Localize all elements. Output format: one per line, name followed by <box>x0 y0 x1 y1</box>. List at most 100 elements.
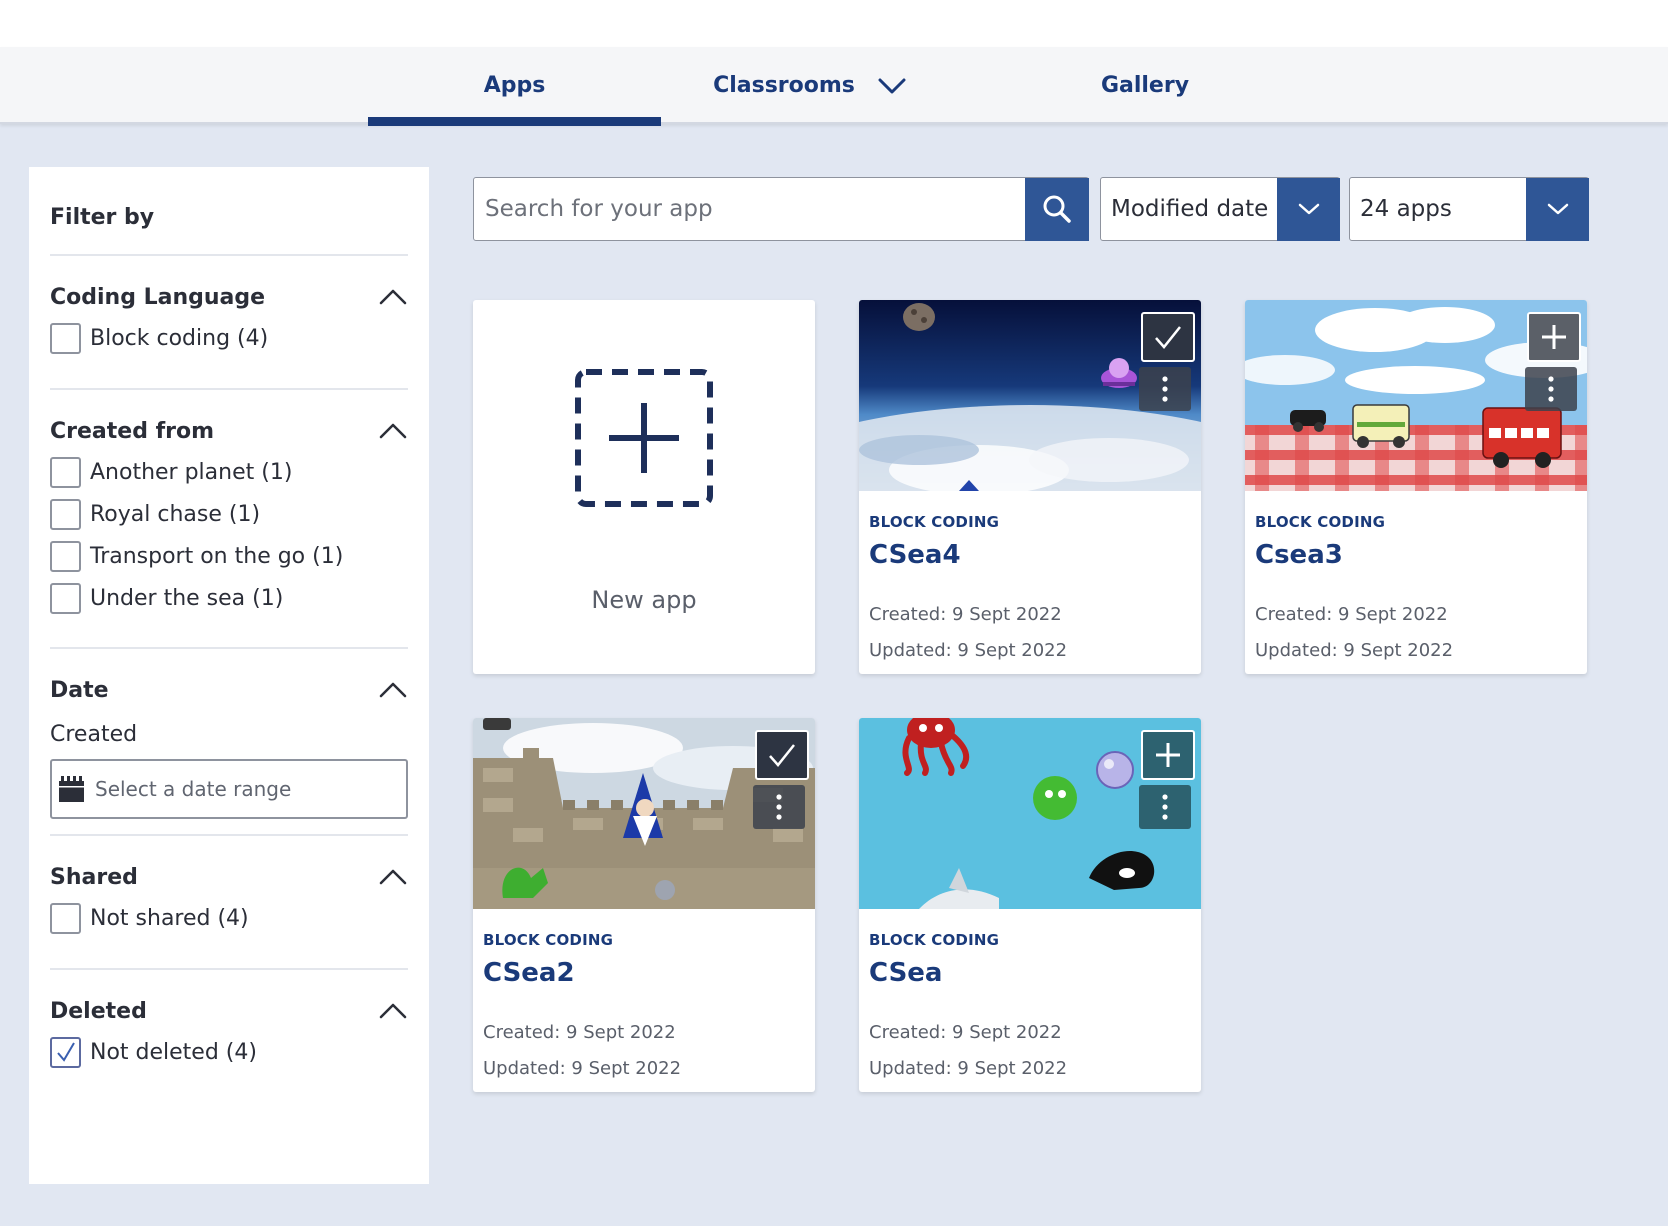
checkbox-label: Not shared (4) <box>90 905 249 931</box>
main-tabs: Apps Classrooms Gallery <box>0 47 1668 126</box>
checkbox[interactable] <box>50 322 81 354</box>
top-bar <box>0 0 1668 47</box>
selected-toggle-button[interactable] <box>755 730 809 780</box>
search-button[interactable] <box>1025 177 1089 241</box>
more-options-button[interactable] <box>1525 367 1577 411</box>
checkmark-icon <box>769 744 795 767</box>
add-toggle-button[interactable] <box>1527 312 1581 362</box>
chevron-down-icon <box>1298 203 1319 215</box>
section-title: Shared <box>50 864 138 890</box>
chevron-down-icon <box>1547 203 1568 215</box>
checkbox[interactable] <box>50 902 81 934</box>
selected-toggle-button[interactable] <box>1141 312 1195 362</box>
tab-apps[interactable]: Apps <box>368 47 661 126</box>
app-type-tag: BLOCK CODING <box>1255 513 1386 531</box>
new-app-card[interactable]: New app <box>473 300 815 674</box>
app-name[interactable]: CSea <box>869 958 942 988</box>
app-created-date: Created: 9 Sept 2022 <box>869 604 1062 625</box>
chevron-up-icon[interactable] <box>378 422 408 440</box>
new-app-label: New app <box>591 586 697 614</box>
app-created-date: Created: 9 Sept 2022 <box>869 1022 1062 1043</box>
section-title: Deleted <box>50 998 147 1024</box>
checkbox-not-deleted[interactable]: Not deleted (4) <box>50 1036 408 1068</box>
app-card[interactable]: BLOCK CODING CSea Created: 9 Sept 2022 U… <box>859 718 1201 1092</box>
search-icon <box>1043 195 1071 223</box>
tab-classrooms[interactable]: Classrooms <box>690 47 930 124</box>
created-label: Created <box>50 722 138 747</box>
checkbox[interactable] <box>50 582 81 614</box>
checkbox[interactable] <box>50 498 81 530</box>
checkbox-another-planet[interactable]: Another planet (1) <box>50 456 408 488</box>
chevron-up-icon[interactable] <box>378 868 408 886</box>
checkbox[interactable] <box>50 540 81 572</box>
app-thumbnail <box>859 718 1201 909</box>
tab-classrooms-label: Classrooms <box>713 73 855 98</box>
tab-apps-label: Apps <box>483 73 546 98</box>
checkbox-label: Under the sea (1) <box>90 585 284 611</box>
filter-shared: Shared Not shared (4) <box>50 834 408 934</box>
more-vertical-icon <box>776 794 782 820</box>
app-name[interactable]: Csea3 <box>1255 540 1343 570</box>
chevron-down-icon <box>878 78 906 93</box>
filter-date: Date Created Select a date range <box>50 647 408 819</box>
more-options-button[interactable] <box>1139 785 1191 829</box>
app-thumbnail <box>1245 300 1587 491</box>
date-range-input[interactable]: Select a date range <box>50 759 408 819</box>
more-options-button[interactable] <box>1139 367 1191 411</box>
checkbox-under-the-sea[interactable]: Under the sea (1) <box>50 582 408 614</box>
tab-gallery[interactable]: Gallery <box>1040 47 1250 124</box>
add-dashed-icon <box>575 369 713 507</box>
app-name[interactable]: CSea4 <box>869 540 961 570</box>
checkbox-label: Royal chase (1) <box>90 501 261 527</box>
tab-gallery-label: Gallery <box>1100 73 1190 98</box>
calendar-icon <box>59 776 84 802</box>
chevron-up-icon[interactable] <box>378 288 408 306</box>
checkbox-label: Transport on the go (1) <box>90 543 344 569</box>
section-title: Date <box>50 677 109 703</box>
filter-coding-language: Coding Language Block coding (4) <box>50 254 408 354</box>
chevron-up-icon[interactable] <box>378 681 408 699</box>
page-size-select[interactable]: 24 apps <box>1349 177 1589 241</box>
app-thumbnail <box>859 300 1201 491</box>
sort-dropdown-button[interactable] <box>1277 177 1340 241</box>
checkbox-not-shared[interactable]: Not shared (4) <box>50 902 408 934</box>
search-box <box>473 177 1089 241</box>
sort-select[interactable]: Modified date <box>1100 177 1340 241</box>
checkbox-block-coding[interactable]: Block coding (4) <box>50 322 408 354</box>
checkbox[interactable] <box>50 456 81 488</box>
filter-deleted: Deleted Not deleted (4) <box>50 968 408 1068</box>
search-input[interactable] <box>474 178 1025 240</box>
app-type-tag: BLOCK CODING <box>869 513 1000 531</box>
filter-title: Filter by <box>50 205 155 230</box>
checkbox-label: Another planet (1) <box>90 459 293 485</box>
page-size-dropdown-button[interactable] <box>1526 177 1589 241</box>
more-vertical-icon <box>1162 794 1168 820</box>
sort-select-value: Modified date <box>1111 196 1269 222</box>
checkbox-transport-on-the-go[interactable]: Transport on the go (1) <box>50 540 408 572</box>
checkbox[interactable] <box>50 1036 81 1068</box>
app-type-tag: BLOCK CODING <box>869 931 1000 949</box>
plus-icon <box>1542 325 1566 349</box>
date-range-placeholder: Select a date range <box>95 777 292 801</box>
app-updated-date: Updated: 9 Sept 2022 <box>869 1058 1068 1079</box>
chevron-up-icon[interactable] <box>378 1002 408 1020</box>
app-name[interactable]: CSea2 <box>483 958 575 988</box>
checkmark-icon <box>56 1042 75 1062</box>
app-thumbnail <box>473 718 815 909</box>
add-toggle-button[interactable] <box>1141 730 1195 780</box>
app-updated-date: Updated: 9 Sept 2022 <box>869 640 1068 661</box>
app-card[interactable]: BLOCK CODING CSea2 Created: 9 Sept 2022 … <box>473 718 815 1092</box>
more-options-button[interactable] <box>753 785 805 829</box>
filter-created-from: Created from Another planet (1) Royal ch… <box>50 388 408 614</box>
checkmark-icon <box>1155 326 1181 349</box>
filter-sidebar: Filter by Coding Language Block coding (… <box>29 167 429 1184</box>
app-updated-date: Updated: 9 Sept 2022 <box>1255 640 1454 661</box>
more-vertical-icon <box>1548 376 1554 402</box>
checkbox-royal-chase[interactable]: Royal chase (1) <box>50 498 408 530</box>
checkbox-label: Block coding (4) <box>90 325 269 351</box>
app-card[interactable]: BLOCK CODING Csea3 Created: 9 Sept 2022 … <box>1245 300 1587 674</box>
app-type-tag: BLOCK CODING <box>483 931 614 949</box>
app-created-date: Created: 9 Sept 2022 <box>1255 604 1448 625</box>
section-title: Created from <box>50 418 215 444</box>
app-card[interactable]: BLOCK CODING CSea4 Created: 9 Sept 2022 … <box>859 300 1201 674</box>
